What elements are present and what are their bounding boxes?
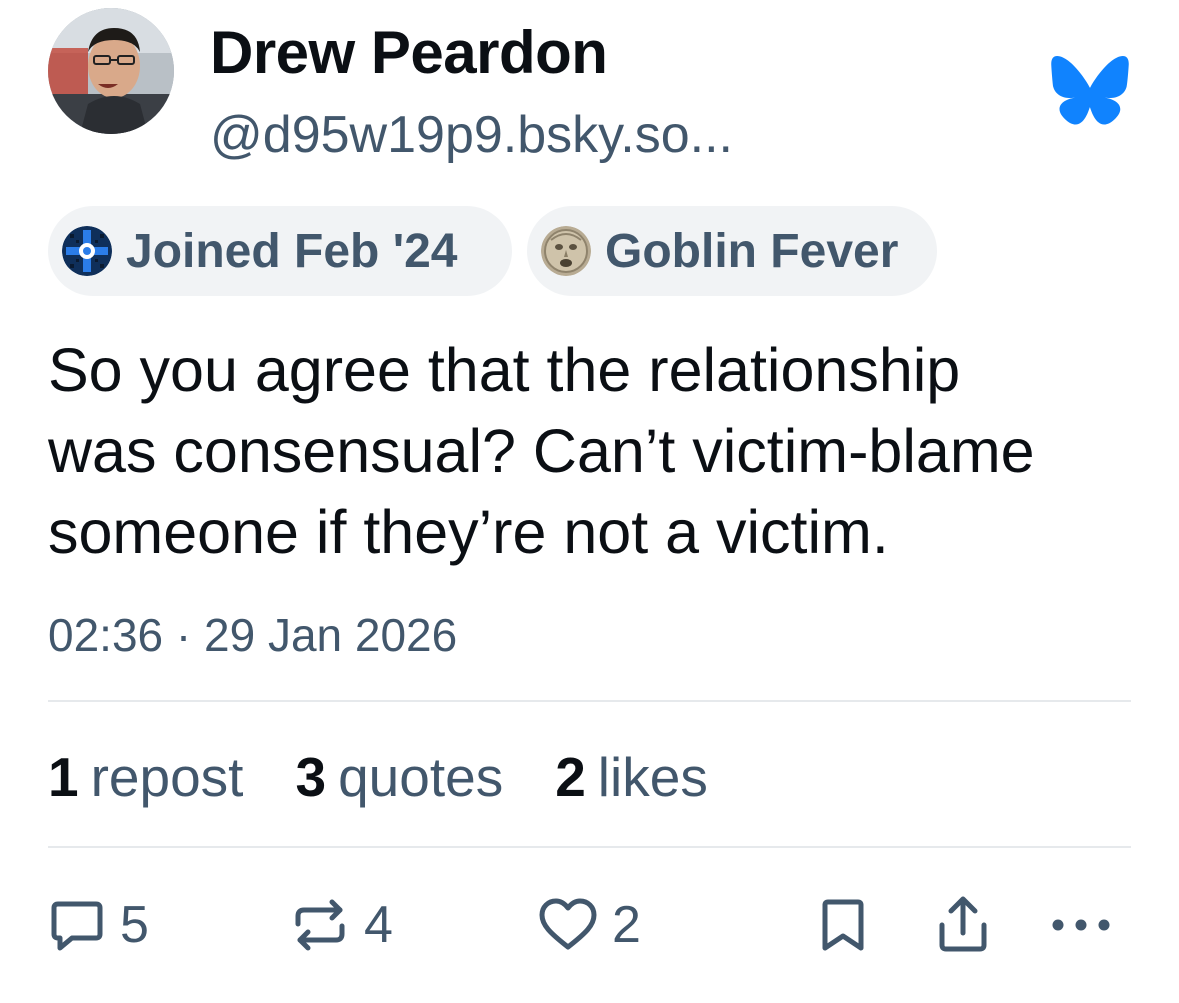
like-label: likes <box>597 746 708 808</box>
goblin-fever-badge[interactable]: Goblin Fever <box>527 206 937 296</box>
joined-badge-icon <box>62 226 112 276</box>
reply-count: 5 <box>120 896 149 954</box>
joined-badge[interactable]: Joined Feb '24 <box>48 206 512 296</box>
quote-count-stat[interactable]: 3 quotes <box>295 742 503 812</box>
divider <box>48 846 1131 848</box>
repost-count: 1 <box>48 746 79 808</box>
repost-action-count: 4 <box>364 896 393 954</box>
goblin-fever-badge-label: Goblin Fever <box>605 224 899 278</box>
bookmark-button[interactable] <box>820 892 866 958</box>
quote-count: 3 <box>295 746 327 808</box>
butterfly-icon[interactable] <box>1050 54 1130 126</box>
goblin-fever-badge-icon <box>541 226 591 276</box>
like-count-stat[interactable]: 2 likes <box>555 742 708 812</box>
like-action-count: 2 <box>612 896 641 954</box>
repost-button[interactable]: 4 <box>290 892 393 958</box>
quote-label: quotes <box>338 746 504 808</box>
heart-icon <box>539 898 597 950</box>
repost-label: repost <box>90 746 244 808</box>
post-text: So you agree that the relationship was c… <box>48 336 1035 566</box>
repost-count-stat[interactable]: 1 repost <box>48 742 243 812</box>
author-avatar[interactable] <box>48 8 174 134</box>
author-display-name[interactable]: Drew Peardon <box>210 14 608 92</box>
more-options-icon <box>1052 919 1110 931</box>
joined-badge-label: Joined Feb '24 <box>126 224 458 278</box>
author-handle[interactable]: @d95w19p9.bsky.so... <box>210 100 733 170</box>
share-button[interactable] <box>934 892 992 958</box>
more-options-button[interactable] <box>1050 892 1112 958</box>
engagement-stats: 1 repost 3 quotes 2 likes <box>48 742 760 812</box>
repost-icon <box>295 899 345 951</box>
share-icon <box>939 896 987 952</box>
post-timestamp[interactable]: 02:36 · 29 Jan 2026 <box>48 604 457 666</box>
divider <box>48 700 1131 702</box>
comment-icon <box>51 901 103 951</box>
bookmark-icon <box>822 899 864 951</box>
like-button[interactable]: 2 <box>538 892 641 958</box>
reply-button[interactable]: 5 <box>48 892 149 958</box>
like-count: 2 <box>555 746 586 808</box>
avatar-photo <box>48 8 174 134</box>
